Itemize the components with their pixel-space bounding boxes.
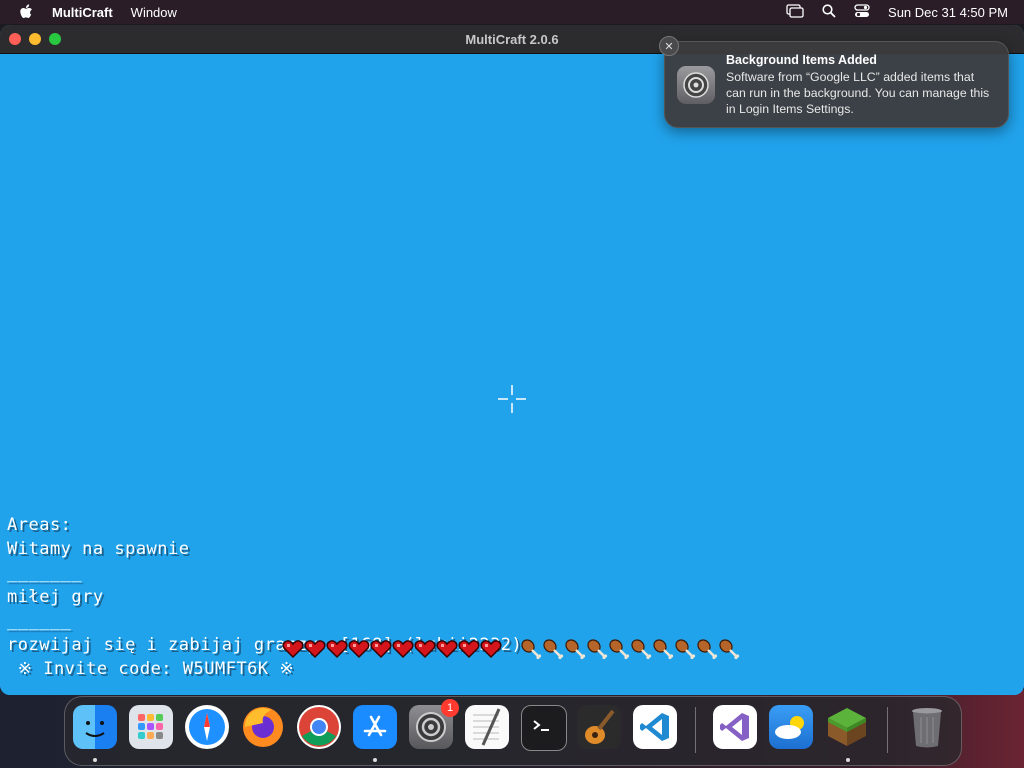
heart-icon — [282, 640, 304, 659]
drumstick-icon — [565, 639, 586, 660]
trash-icon[interactable] — [905, 705, 949, 749]
heart-icon — [370, 640, 392, 659]
minecraft-icon[interactable] — [825, 705, 869, 749]
chat-line-2: Witamy na spawnie — [7, 539, 190, 559]
spotlight-search-icon[interactable] — [822, 3, 836, 21]
weather-icon[interactable] — [769, 705, 813, 749]
chrome-icon[interactable] — [297, 705, 341, 749]
heart-icon — [304, 640, 326, 659]
health-bar — [282, 639, 502, 659]
window-menu[interactable]: Window — [131, 5, 177, 20]
system-settings-gear-icon — [677, 66, 715, 104]
vscode-icon[interactable] — [633, 705, 677, 749]
app-menu[interactable]: MultiCraft — [52, 5, 113, 20]
dock-separator — [695, 707, 696, 753]
safari-icon[interactable] — [185, 705, 229, 749]
terminal-icon[interactable] — [521, 705, 567, 751]
notification-title: Background Items Added — [726, 53, 877, 67]
chat-line-1: Areas: — [7, 515, 72, 535]
heart-icon — [326, 640, 348, 659]
menu-bar: MultiCraft Window Sun Dec 31 4:50 PM — [0, 0, 1024, 24]
notification-badge: 1 — [441, 699, 459, 717]
screen-mirroring-icon[interactable] — [786, 3, 804, 21]
hunger-bar — [520, 638, 740, 660]
apple-menu-icon[interactable] — [18, 4, 34, 20]
drumstick-icon — [675, 639, 696, 660]
system-settings-icon[interactable]: 1 — [409, 699, 459, 749]
running-indicator — [373, 758, 377, 762]
menu-clock[interactable]: Sun Dec 31 4:50 PM — [888, 5, 1008, 20]
heart-icon — [480, 640, 502, 659]
notification-body: Software from “Google LLC” added items t… — [726, 70, 990, 116]
chat-line-4: miłej gry — [7, 587, 104, 607]
chat-line-7: ※ Invite code: W5UMFT6K ※ — [7, 659, 295, 679]
finder-icon[interactable] — [73, 705, 117, 749]
heart-icon — [348, 640, 370, 659]
crosshair-icon — [498, 385, 526, 413]
control-center-icon[interactable] — [854, 3, 870, 21]
launchpad-icon[interactable] — [129, 705, 173, 749]
notification-banner[interactable]: Background Items Added Software from “Go… — [664, 41, 1009, 128]
drumstick-icon — [697, 639, 718, 660]
drumstick-icon — [631, 639, 652, 660]
chat-line-5: ______ — [7, 611, 72, 631]
dock-separator — [887, 707, 888, 753]
firefox-icon[interactable] — [241, 705, 285, 749]
game-viewport[interactable]: Areas: Witamy na spawnie _______ miłej g… — [0, 54, 1024, 695]
running-indicator — [846, 758, 850, 762]
heart-icon — [414, 640, 436, 659]
running-indicator — [93, 758, 97, 762]
notification-close-icon[interactable]: ✕ — [659, 36, 679, 56]
chat-line-3: _______ — [7, 563, 83, 583]
drumstick-icon — [719, 639, 740, 660]
drumstick-icon — [609, 639, 630, 660]
dock: 1 — [64, 696, 962, 766]
app-store-icon[interactable] — [353, 705, 397, 749]
visual-studio-icon[interactable] — [713, 705, 757, 749]
heart-icon — [458, 640, 480, 659]
textedit-icon[interactable] — [465, 705, 509, 749]
drumstick-icon — [521, 639, 542, 660]
drumstick-icon — [543, 639, 564, 660]
drumstick-icon — [587, 639, 608, 660]
garageband-icon[interactable] — [577, 705, 621, 749]
heart-icon — [436, 640, 458, 659]
drumstick-icon — [653, 639, 674, 660]
heart-icon — [392, 640, 414, 659]
